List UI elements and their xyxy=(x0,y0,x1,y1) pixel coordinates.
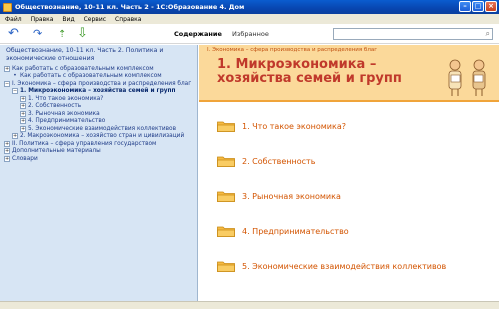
tree-item[interactable]: + Дополнительные материалы xyxy=(4,148,196,156)
forward-arrow-icon[interactable]: ↷ xyxy=(33,27,42,40)
expand-icon[interactable]: + xyxy=(4,155,10,162)
collapse-icon[interactable]: − xyxy=(12,88,18,95)
topic-item[interactable]: 4. Предпринимательство xyxy=(217,224,446,238)
tree-item[interactable]: − I. Экономика – сфера производства и рас… xyxy=(4,80,196,88)
down-arrow-icon[interactable]: ⇩ xyxy=(77,27,88,40)
folder-icon xyxy=(217,156,235,167)
tree-item-label[interactable]: Словари xyxy=(12,156,38,162)
tree-item[interactable]: + Словари xyxy=(4,155,196,163)
tree-item-label[interactable]: Как работать с образовательным комплексо… xyxy=(20,73,162,79)
collapse-icon[interactable]: − xyxy=(4,80,10,87)
expand-icon[interactable]: + xyxy=(20,103,26,110)
window-titlebar: Обществознание, 10-11 кл. Часть 2 - 1С:О… xyxy=(0,0,499,14)
app-icon xyxy=(3,2,12,12)
tree-item[interactable]: • Как работать с образовательным комплекс… xyxy=(4,73,196,81)
expand-icon[interactable]: + xyxy=(20,118,26,125)
tree-item[interactable]: +2. Макроэкономика – хозяйство стран и ц… xyxy=(4,133,196,141)
tree-item[interactable]: −1. Микроэкономика – хозяйства семей и г… xyxy=(4,88,196,96)
menu-help[interactable]: Справка xyxy=(115,16,141,23)
expand-icon[interactable]: + xyxy=(20,125,26,132)
page-title: 1. Микроэкономика – хозяйства семей и гр… xyxy=(217,57,402,86)
bullet-icon[interactable]: • xyxy=(12,73,18,79)
folder-icon xyxy=(217,261,235,272)
menu-edit[interactable]: Правка xyxy=(31,16,54,23)
topic-item-label[interactable]: 1. Что такое экономика? xyxy=(242,122,346,131)
tree-item[interactable]: + II. Политика – сфера управления государ… xyxy=(4,140,196,148)
sidebar: Обществознание, 10-11 кл. Часть 2. Полит… xyxy=(0,45,198,301)
tree-item-label[interactable]: 4. Предпринимательство xyxy=(28,118,105,124)
tree-item[interactable]: +1. Что такое экономика? xyxy=(4,95,196,103)
tree-item-label[interactable]: Как работать с образовательным комплексо… xyxy=(12,66,154,72)
expand-icon[interactable]: + xyxy=(4,148,10,155)
topic-item-label[interactable]: 2. Собственность xyxy=(242,157,315,166)
tree-item[interactable]: +5. Экономические взаимодействия коллект… xyxy=(4,125,196,133)
minimize-button[interactable]: – xyxy=(459,1,471,12)
tree-item-label[interactable]: 5. Экономические взаимодействия коллекти… xyxy=(28,126,176,132)
back-arrow-icon[interactable]: ↶ xyxy=(8,27,19,40)
tab-favorites[interactable]: Избранное xyxy=(232,30,269,38)
topic-item-label[interactable]: 5. Экономические взаимодействия коллекти… xyxy=(242,262,446,271)
tree-item-label[interactable]: Дополнительные материалы xyxy=(12,148,101,154)
expand-icon[interactable]: + xyxy=(20,110,26,117)
window-title: Обществознание, 10-11 кл. Часть 2 - 1С:О… xyxy=(15,3,245,11)
folder-icon xyxy=(217,226,235,237)
topic-list: 1. Что такое экономика? 2. Собственность 3… xyxy=(217,119,446,294)
expand-icon[interactable]: + xyxy=(4,65,10,72)
topic-item[interactable]: 2. Собственность xyxy=(217,154,446,168)
breadcrumb[interactable]: I. Экономика – сфера производства и расп… xyxy=(207,47,377,53)
tree-item[interactable]: +4. Предпринимательство xyxy=(4,118,196,126)
toolbar: ↶ ↷ ⇡ ⇩ Содержание Избранное ⌕ xyxy=(0,24,499,44)
topic-item-label[interactable]: 4. Предпринимательство xyxy=(242,227,349,236)
menu-bar: Файл Правка Вид Сервис Справка xyxy=(0,14,499,24)
maximize-button[interactable]: □ xyxy=(472,1,484,12)
close-button[interactable]: × xyxy=(485,1,497,12)
menu-service[interactable]: Сервис xyxy=(84,16,106,23)
search-icon[interactable]: ⌕ xyxy=(486,29,490,39)
topic-item[interactable]: 1. Что такое экономика? xyxy=(217,119,446,133)
tree-item-label[interactable]: 1. Что такое экономика? xyxy=(28,96,103,102)
tree-item-label[interactable]: I. Экономика – сфера производства и расп… xyxy=(12,81,191,87)
tree-item[interactable]: +2. Собственность xyxy=(4,103,196,111)
tree-item-label[interactable]: 1. Микроэкономика – хозяйства семей и гр… xyxy=(20,88,176,94)
content-pane: I. Экономика – сфера производства и расп… xyxy=(199,45,499,301)
menu-view[interactable]: Вид xyxy=(62,16,74,23)
tree-item[interactable]: + Как работать с образовательным комплекс… xyxy=(4,65,196,73)
expand-icon[interactable]: + xyxy=(4,140,10,147)
chapter-banner: I. Экономика – сфера производства и расп… xyxy=(199,45,499,102)
menu-file[interactable]: Файл xyxy=(5,16,22,23)
sidebar-title: Обществознание, 10-11 кл. Часть 2. Полит… xyxy=(6,47,164,62)
tree-item-label[interactable]: 2. Макроэкономика – хозяйство стран и ци… xyxy=(20,133,184,139)
folder-icon xyxy=(217,121,235,132)
topic-item-label[interactable]: 3. Рыночная экономика xyxy=(242,192,341,201)
status-bar xyxy=(0,301,499,309)
tree-item-label[interactable]: 2. Собственность xyxy=(28,103,81,109)
people-illustration-icon xyxy=(448,59,486,96)
expand-icon[interactable]: + xyxy=(20,95,26,102)
contents-tree: + Как работать с образовательным комплекс… xyxy=(4,65,196,163)
search-input[interactable]: ⌕ xyxy=(333,28,493,40)
topic-item[interactable]: 3. Рыночная экономика xyxy=(217,189,446,203)
tree-item[interactable]: +3. Рыночная экономика xyxy=(4,110,196,118)
tab-contents[interactable]: Содержание xyxy=(174,30,222,38)
topic-item[interactable]: 5. Экономические взаимодействия коллекти… xyxy=(217,259,446,273)
up-arrow-icon[interactable]: ⇡ xyxy=(58,28,66,41)
expand-icon[interactable]: + xyxy=(12,133,18,140)
tree-item-label[interactable]: II. Политика – сфера управления государс… xyxy=(12,141,156,147)
tree-item-label[interactable]: 3. Рыночная экономика xyxy=(28,111,100,117)
folder-icon xyxy=(217,191,235,202)
